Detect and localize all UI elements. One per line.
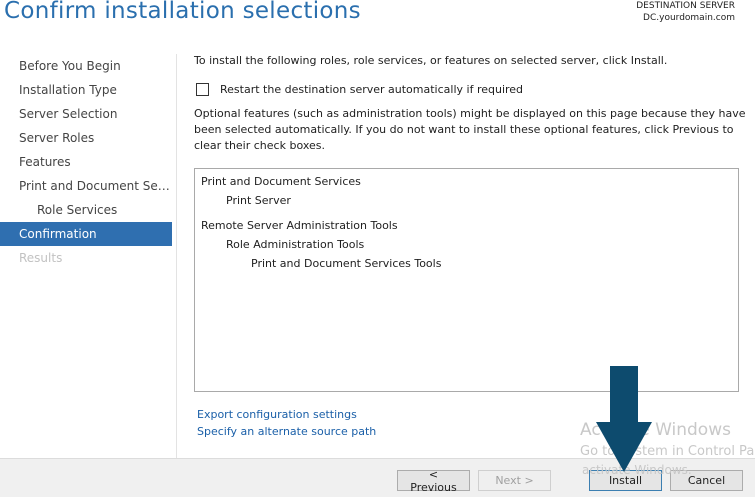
destination-server-name: DC.yourdomain.com [643, 13, 735, 23]
list-item: Remote Server Administration Tools [201, 219, 398, 232]
wizard-nav: Before You Begin Installation Type Serve… [0, 54, 172, 270]
destination-label: DESTINATION SERVER [636, 1, 735, 11]
nav-before-you-begin[interactable]: Before You Begin [0, 54, 172, 78]
list-item: Print Server [226, 194, 291, 207]
list-item: Print and Document Services Tools [251, 257, 442, 270]
next-button: Next > [478, 470, 551, 491]
nav-print-document-services[interactable]: Print and Document Servi... [0, 174, 172, 198]
selections-list[interactable]: Print and Document Services Print Server… [194, 168, 739, 392]
list-item: Print and Document Services [201, 175, 361, 188]
previous-button[interactable]: < Previous [397, 468, 470, 494]
export-config-link[interactable]: Export configuration settings [197, 408, 357, 421]
list-item: Role Administration Tools [226, 238, 365, 251]
restart-option[interactable]: Restart the destination server automatic… [196, 83, 523, 96]
sidebar-divider [176, 54, 177, 458]
restart-checkbox-label[interactable]: Restart the destination server automatic… [220, 83, 523, 96]
nav-server-roles[interactable]: Server Roles [0, 126, 172, 150]
intro-text: To install the following roles, role ser… [194, 54, 668, 67]
restart-checkbox[interactable] [196, 83, 209, 96]
arrow-down-icon [596, 366, 652, 472]
nav-installation-type[interactable]: Installation Type [0, 78, 172, 102]
destination-server-info: DESTINATION SERVER DC.yourdomain.com [636, 0, 735, 24]
nav-confirmation[interactable]: Confirmation [0, 222, 172, 246]
nav-role-services[interactable]: Role Services [0, 198, 172, 222]
nav-features[interactable]: Features [0, 150, 172, 174]
optional-features-note: Optional features (such as administratio… [194, 107, 746, 152]
nav-server-selection[interactable]: Server Selection [0, 102, 172, 126]
nav-results: Results [19, 251, 63, 265]
alternate-source-link[interactable]: Specify an alternate source path [197, 425, 376, 438]
page-title: Confirm installation selections [4, 0, 361, 24]
